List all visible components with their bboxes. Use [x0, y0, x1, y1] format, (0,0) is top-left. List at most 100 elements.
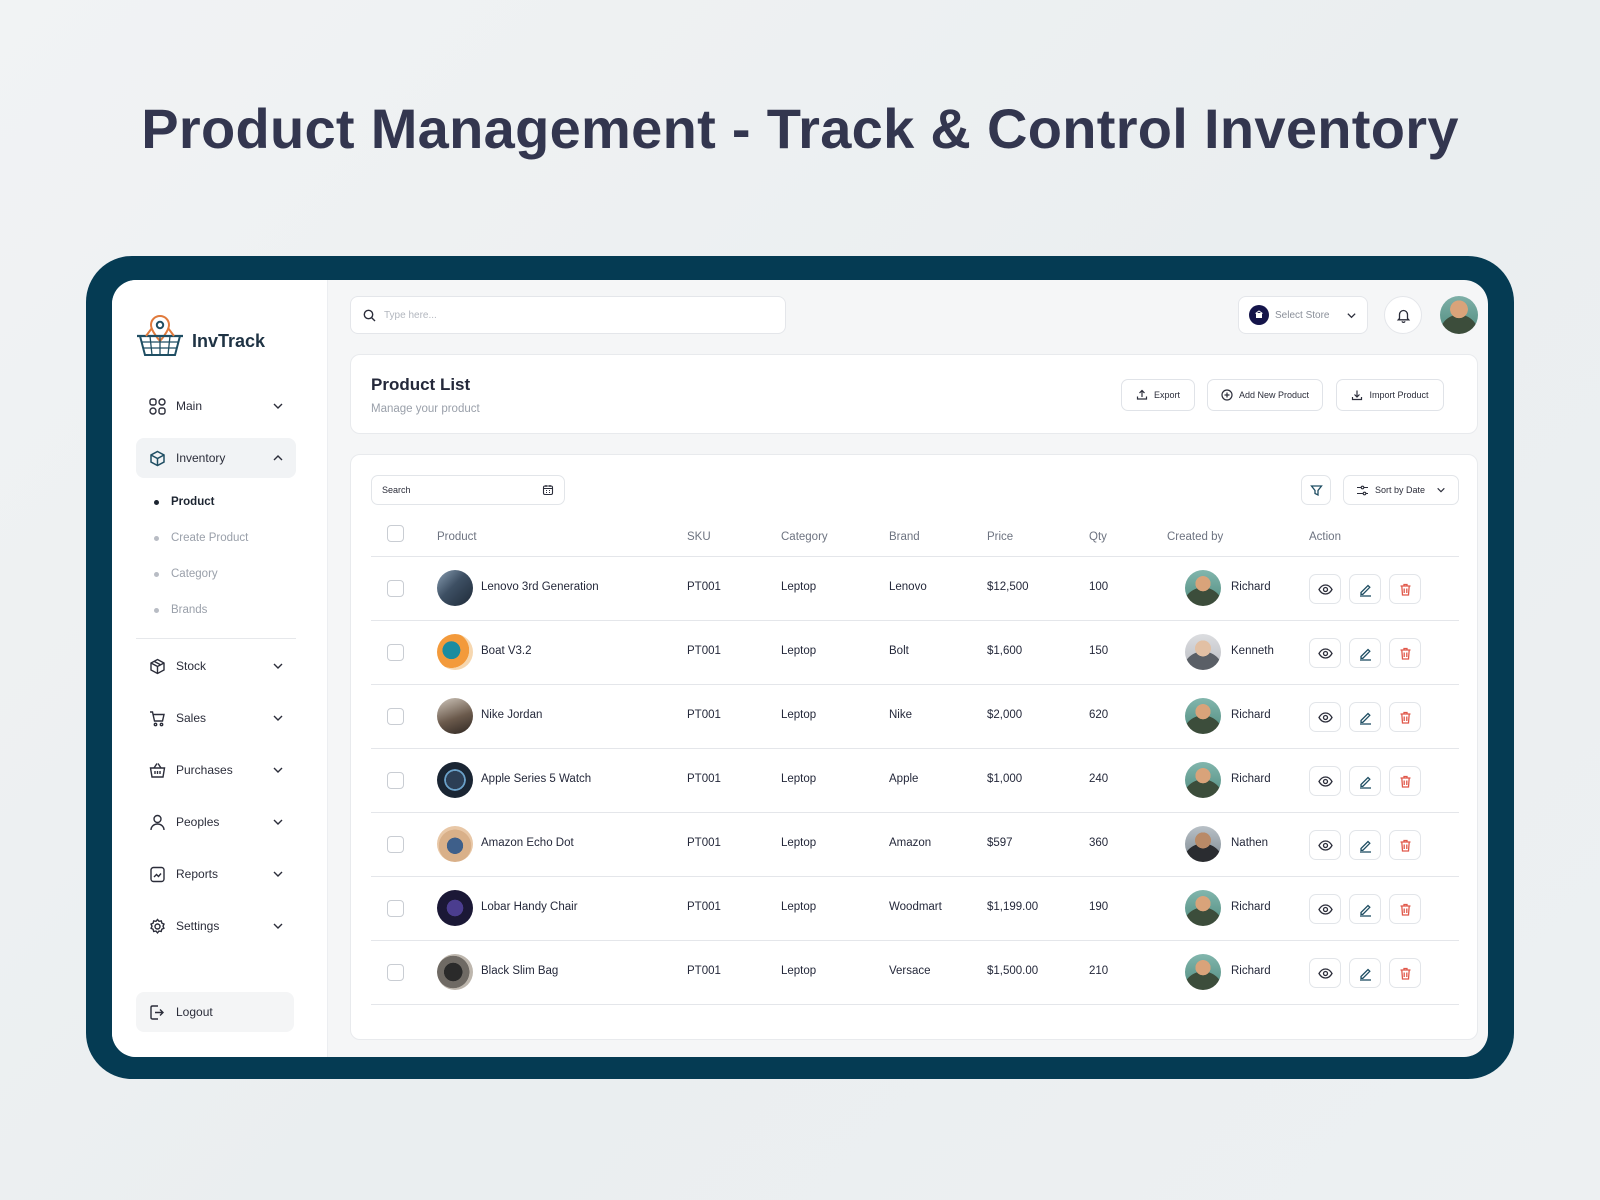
table-row[interactable]: Nike Jordan PT001 Leptop Nike $2,000 620 Richa…	[371, 685, 1459, 749]
table-search-input[interactable]	[382, 485, 542, 495]
select-all-checkbox[interactable]	[387, 525, 404, 542]
trash-icon	[1398, 838, 1413, 853]
edit-button[interactable]	[1349, 830, 1381, 860]
logout-button[interactable]: Logout	[136, 992, 294, 1032]
user-avatar[interactable]	[1440, 296, 1478, 334]
product-name[interactable]: Amazon Echo Dot	[481, 837, 574, 849]
row-checkbox[interactable]	[387, 900, 404, 917]
view-button[interactable]	[1309, 702, 1341, 732]
product-name[interactable]: Lenovo 3rd Generation	[481, 581, 599, 593]
edit-button[interactable]	[1349, 766, 1381, 796]
sub-item-product[interactable]: Product	[154, 496, 214, 508]
notifications-button[interactable]	[1384, 296, 1422, 334]
sidebar-item-reports[interactable]: Reports	[136, 854, 296, 894]
sort-by-date-select[interactable]: Sort by Date	[1343, 475, 1459, 505]
creator-name: Richard	[1231, 773, 1271, 785]
product-name[interactable]: Black Slim Bag	[481, 965, 558, 977]
pencil-icon	[1358, 710, 1373, 725]
sku-cell: PT001	[687, 645, 721, 657]
view-button[interactable]	[1309, 766, 1341, 796]
view-button[interactable]	[1309, 958, 1341, 988]
product-thumbnail	[437, 698, 473, 734]
sidebar-item-sales[interactable]: Sales	[136, 698, 296, 738]
view-button[interactable]	[1309, 574, 1341, 604]
sidebar-item-inventory[interactable]: Inventory	[136, 438, 296, 478]
table-row[interactable]: Apple Series 5 Watch PT001 Leptop Apple $1,0…	[371, 749, 1459, 813]
delete-button[interactable]	[1389, 638, 1421, 668]
brand-cell: Apple	[889, 773, 919, 785]
product-name[interactable]: Apple Series 5 Watch	[481, 773, 591, 785]
view-button[interactable]	[1309, 894, 1341, 924]
brand-cell: Amazon	[889, 837, 932, 849]
column-header-price[interactable]: Price	[987, 531, 1013, 543]
delete-button[interactable]	[1389, 958, 1421, 988]
filter-button[interactable]	[1301, 475, 1331, 505]
global-search-input[interactable]	[384, 309, 764, 321]
sidebar-item-peoples[interactable]: Peoples	[136, 802, 296, 842]
delete-button[interactable]	[1389, 574, 1421, 604]
table-row[interactable]: Amazon Echo Dot PT001 Leptop Amazon $597 360 N…	[371, 813, 1459, 877]
row-checkbox[interactable]	[387, 772, 404, 789]
view-button[interactable]	[1309, 830, 1341, 860]
edit-button[interactable]	[1349, 958, 1381, 988]
row-checkbox[interactable]	[387, 708, 404, 725]
bell-icon	[1396, 309, 1410, 323]
sub-item-category[interactable]: Category	[154, 568, 218, 580]
creator-avatar	[1185, 954, 1221, 990]
row-checkbox[interactable]	[387, 964, 404, 981]
delete-button[interactable]	[1389, 894, 1421, 924]
product-thumbnail	[437, 634, 473, 670]
sub-item-label: Brands	[171, 604, 208, 616]
sidebar-item-label: Sales	[176, 711, 207, 725]
table-search[interactable]	[371, 475, 565, 505]
qty-cell: 240	[1089, 773, 1109, 785]
trash-icon	[1398, 582, 1413, 597]
column-header-created-by[interactable]: Created by	[1167, 531, 1223, 543]
delete-button[interactable]	[1389, 766, 1421, 796]
eye-icon	[1317, 966, 1333, 981]
product-name[interactable]: Lobar Handy Chair	[481, 901, 578, 913]
column-header-product[interactable]: Product	[437, 531, 477, 543]
product-name[interactable]: Boat V3.2	[481, 645, 532, 657]
calendar-icon[interactable]	[542, 484, 554, 496]
sidebar-item-main[interactable]: Main	[136, 386, 296, 426]
grid-icon	[148, 397, 166, 415]
sub-item-create-product[interactable]: Create Product	[154, 532, 248, 544]
page-title: Product List	[371, 375, 471, 394]
table-row[interactable]: Boat V3.2 PT001 Leptop Bolt $1,600 150 Kenneth	[371, 621, 1459, 685]
sidebar-item-settings[interactable]: Settings	[136, 906, 296, 946]
row-checkbox[interactable]	[387, 580, 404, 597]
category-cell: Leptop	[781, 709, 817, 721]
edit-button[interactable]	[1349, 702, 1381, 732]
sub-item-brands[interactable]: Brands	[154, 604, 207, 616]
brand-cell: Lenovo	[889, 581, 927, 593]
import-product-button[interactable]: Import Product	[1336, 379, 1444, 411]
column-header-qty[interactable]: Qty	[1089, 531, 1107, 543]
column-header-category[interactable]: Category	[781, 531, 828, 543]
delete-button[interactable]	[1389, 702, 1421, 732]
delete-button[interactable]	[1389, 830, 1421, 860]
column-header-sku[interactable]: SKU	[687, 531, 711, 543]
row-checkbox[interactable]	[387, 836, 404, 853]
add-new-product-button[interactable]: Add New Product	[1207, 379, 1323, 411]
column-header-brand[interactable]: Brand	[889, 531, 920, 543]
export-button[interactable]: Export	[1121, 379, 1195, 411]
product-name[interactable]: Nike Jordan	[481, 709, 542, 721]
edit-button[interactable]	[1349, 894, 1381, 924]
report-icon	[148, 865, 166, 883]
pencil-icon	[1358, 646, 1373, 661]
store-select[interactable]: Select Store	[1238, 296, 1368, 334]
table-row[interactable]: Lobar Handy Chair PT001 Leptop Woodmart $1,1…	[371, 877, 1459, 941]
global-search-bar[interactable]	[350, 296, 786, 334]
sidebar-item-purchases[interactable]: Purchases	[136, 750, 296, 790]
product-thumbnail	[437, 762, 473, 798]
table-row[interactable]: Black Slim Bag PT001 Leptop Versace $1,500.0…	[371, 941, 1459, 1005]
table-row[interactable]: Lenovo 3rd Generation PT001 Leptop Lenovo $1…	[371, 557, 1459, 621]
brand-logo[interactable]: InvTrack	[134, 314, 265, 358]
edit-button[interactable]	[1349, 638, 1381, 668]
edit-button[interactable]	[1349, 574, 1381, 604]
row-checkbox[interactable]	[387, 644, 404, 661]
view-button[interactable]	[1309, 638, 1341, 668]
sidebar-item-stock[interactable]: Stock	[136, 646, 296, 686]
sku-cell: PT001	[687, 581, 721, 593]
